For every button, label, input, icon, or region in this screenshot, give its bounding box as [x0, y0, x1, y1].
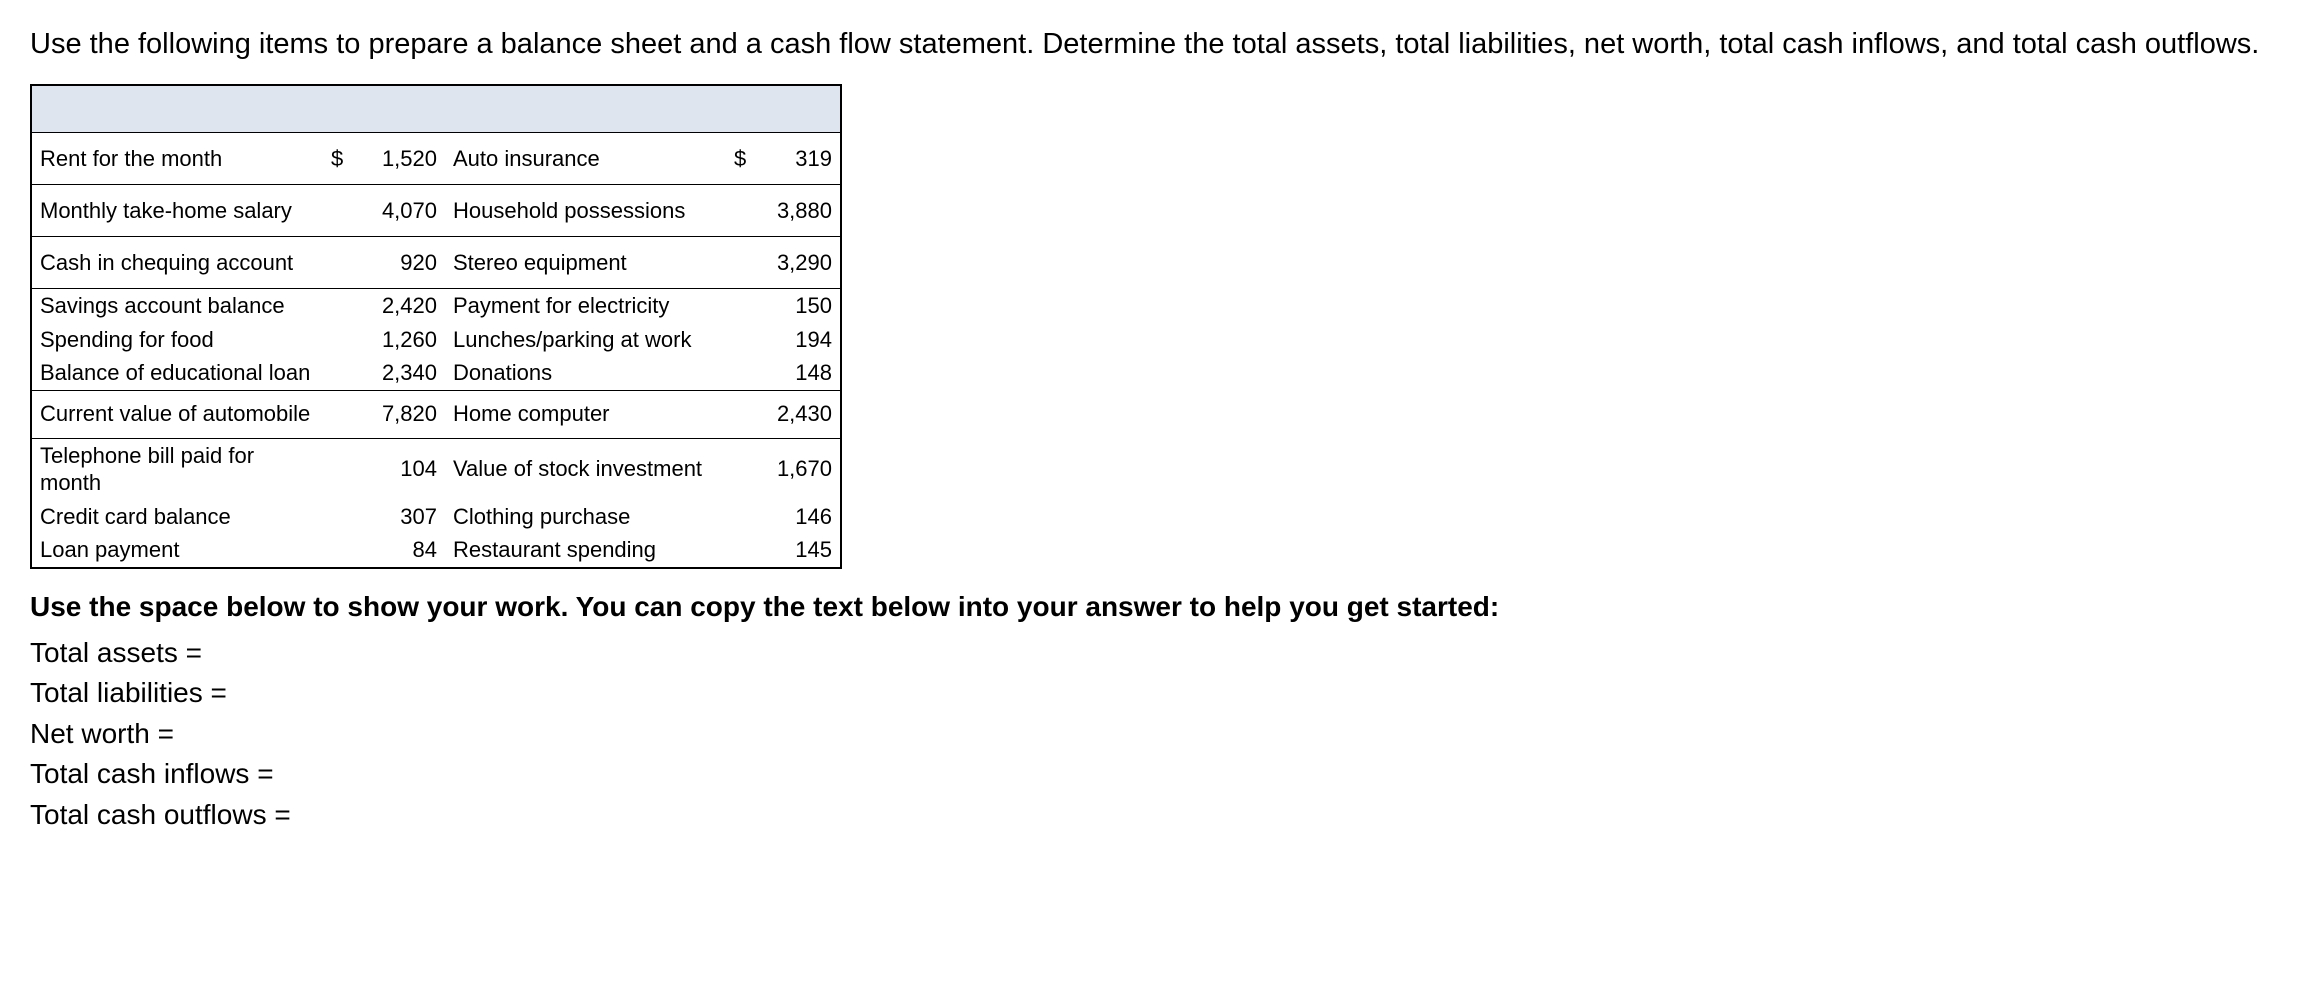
currency-symbol	[726, 438, 762, 500]
show-work-instructions: Use the space below to show your work. Y…	[30, 591, 2270, 623]
item-value: 307	[359, 500, 445, 534]
work-total-liabilities: Total liabilities =	[30, 673, 2270, 714]
currency-symbol	[726, 237, 762, 289]
table-row: Current value of automobile 7,820 Home c…	[31, 390, 841, 438]
currency-symbol	[323, 237, 359, 289]
item-value: 319	[762, 133, 841, 185]
work-total-cash-inflows: Total cash inflows =	[30, 754, 2270, 795]
table-row: Savings account balance 2,420 Payment fo…	[31, 289, 841, 323]
item-value: 84	[359, 533, 445, 568]
item-value: 104	[359, 438, 445, 500]
table-row: Spending for food 1,260 Lunches/parking …	[31, 323, 841, 357]
currency-symbol: $	[323, 133, 359, 185]
currency-symbol	[726, 185, 762, 237]
currency-symbol	[323, 533, 359, 568]
item-value: 146	[762, 500, 841, 534]
items-table: Rent for the month $ 1,520 Auto insuranc…	[30, 84, 842, 569]
item-label: Stereo equipment	[445, 237, 726, 289]
currency-symbol	[323, 438, 359, 500]
item-label: Payment for electricity	[445, 289, 726, 323]
currency-symbol	[726, 323, 762, 357]
item-label: Credit card balance	[31, 500, 323, 534]
item-label: Value of stock investment	[445, 438, 726, 500]
currency-symbol	[726, 356, 762, 390]
item-value: 194	[762, 323, 841, 357]
currency-symbol	[323, 185, 359, 237]
table-row: Credit card balance 307 Clothing purchas…	[31, 500, 841, 534]
item-label: Restaurant spending	[445, 533, 726, 568]
currency-symbol: $	[726, 133, 762, 185]
work-net-worth: Net worth =	[30, 714, 2270, 755]
item-value: 3,290	[762, 237, 841, 289]
currency-symbol	[323, 500, 359, 534]
item-value: 150	[762, 289, 841, 323]
item-label: Home computer	[445, 390, 726, 438]
item-value: 2,430	[762, 390, 841, 438]
currency-symbol	[323, 356, 359, 390]
table-row: Rent for the month $ 1,520 Auto insuranc…	[31, 133, 841, 185]
item-value: 4,070	[359, 185, 445, 237]
item-value: 148	[762, 356, 841, 390]
item-label: Cash in chequing account	[31, 237, 323, 289]
item-value: 3,880	[762, 185, 841, 237]
currency-symbol	[726, 533, 762, 568]
item-label: Monthly take-home salary	[31, 185, 323, 237]
item-label: Telephone bill paid for month	[31, 438, 323, 500]
item-value: 1,260	[359, 323, 445, 357]
item-value: 145	[762, 533, 841, 568]
item-value: 2,420	[359, 289, 445, 323]
item-label: Household possessions	[445, 185, 726, 237]
item-label: Balance of educational loan	[31, 356, 323, 390]
work-total-cash-outflows: Total cash outflows =	[30, 795, 2270, 836]
item-label: Current value of automobile	[31, 390, 323, 438]
item-value: 7,820	[359, 390, 445, 438]
item-value: 920	[359, 237, 445, 289]
table-row: Loan payment 84 Restaurant spending 145	[31, 533, 841, 568]
table-row: Balance of educational loan 2,340 Donati…	[31, 356, 841, 390]
currency-symbol	[323, 390, 359, 438]
table-row: Cash in chequing account 920 Stereo equi…	[31, 237, 841, 289]
item-label: Auto insurance	[445, 133, 726, 185]
item-label: Donations	[445, 356, 726, 390]
item-label: Loan payment	[31, 533, 323, 568]
item-label: Savings account balance	[31, 289, 323, 323]
currency-symbol	[726, 289, 762, 323]
currency-symbol	[323, 323, 359, 357]
currency-symbol	[323, 289, 359, 323]
currency-symbol	[726, 500, 762, 534]
table-row: Telephone bill paid for month 104 Value …	[31, 438, 841, 500]
item-value: 2,340	[359, 356, 445, 390]
item-label: Lunches/parking at work	[445, 323, 726, 357]
item-value: 1,670	[762, 438, 841, 500]
table-header-blank	[31, 85, 841, 133]
item-label: Rent for the month	[31, 133, 323, 185]
work-total-assets: Total assets =	[30, 633, 2270, 674]
currency-symbol	[726, 390, 762, 438]
item-label: Spending for food	[31, 323, 323, 357]
table-row: Monthly take-home salary 4,070 Household…	[31, 185, 841, 237]
item-value: 1,520	[359, 133, 445, 185]
item-label: Clothing purchase	[445, 500, 726, 534]
question-prompt: Use the following items to prepare a bal…	[30, 25, 2270, 64]
